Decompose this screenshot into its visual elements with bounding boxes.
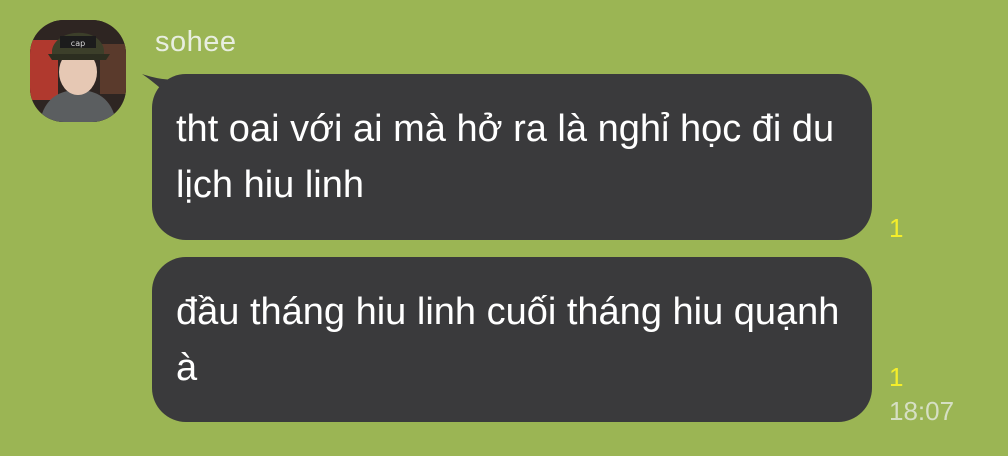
message-timestamp: 18:07 [889,396,955,426]
svg-text:cap: cap [71,39,85,48]
sender-name: sohee [155,26,237,58]
message-text: tht oai với ai mà hở ra là nghỉ học đi d… [176,108,835,206]
profile-photo-icon: cap [30,20,126,122]
message-bubble[interactable]: tht oai với ai mà hở ra là nghỉ học đi d… [152,74,872,240]
sender-avatar[interactable]: cap [30,20,126,122]
unread-count: 1 [889,362,904,392]
message-bubble[interactable]: đầu tháng hiu linh cuối tháng hiu quạnh … [152,257,872,422]
message-text: đầu tháng hiu linh cuối tháng hiu quạnh … [176,291,840,389]
unread-count: 1 [889,213,904,243]
